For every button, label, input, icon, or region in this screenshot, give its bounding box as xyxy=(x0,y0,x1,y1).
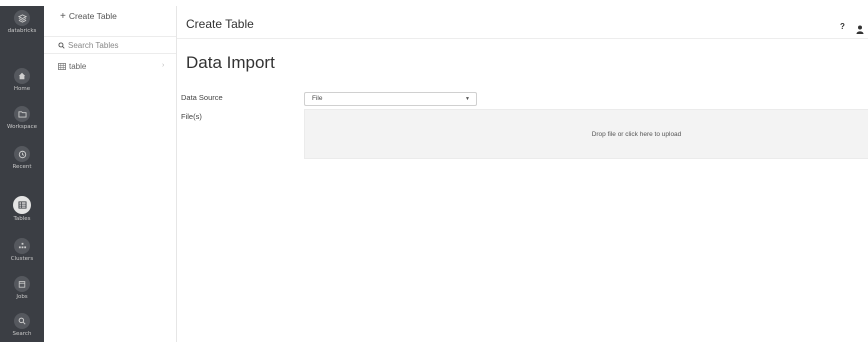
create-table-button[interactable]: + Create Table xyxy=(60,11,117,22)
nav-label-recent: Recent xyxy=(12,164,32,170)
sidebar-nav: databricks Home Workspace Recent Tables … xyxy=(0,6,44,342)
search-tables-placeholder: Search Tables xyxy=(68,40,119,50)
clusters-icon xyxy=(14,238,30,254)
nav-item-tables[interactable]: Tables xyxy=(0,196,44,222)
help-button[interactable]: ? xyxy=(840,22,845,31)
nav-label-tables: Tables xyxy=(13,216,31,222)
nav-item-clusters[interactable]: Clusters xyxy=(0,238,44,262)
nav-label-workspace: Workspace xyxy=(6,124,38,130)
nav-item-home[interactable]: Home xyxy=(0,68,44,92)
nav-label-home: Home xyxy=(13,86,31,92)
data-source-value: File xyxy=(312,95,323,102)
home-icon xyxy=(14,68,30,84)
create-table-label: Create Table xyxy=(68,11,117,21)
table-icon xyxy=(13,196,31,214)
tables-panel: + Create Table Search Tables table › xyxy=(44,6,177,342)
layers-icon xyxy=(14,10,30,26)
nav-item-jobs[interactable]: Jobs xyxy=(0,276,44,300)
data-source-select[interactable]: File ▼ xyxy=(304,92,477,106)
nav-label-clusters: Clusters xyxy=(10,256,34,262)
clock-icon xyxy=(14,146,30,162)
table-icon xyxy=(58,63,66,70)
dropzone-text: Drop file or click here to upload xyxy=(591,130,682,138)
header-divider xyxy=(177,38,868,39)
caret-down-icon: ▼ xyxy=(465,96,470,102)
nav-item-recent[interactable]: Recent xyxy=(0,146,44,170)
nav-item-search[interactable]: Search xyxy=(0,313,44,337)
section-heading: Data Import xyxy=(186,53,275,72)
search-tables-input[interactable]: Search Tables xyxy=(44,36,176,54)
table-item-label: table xyxy=(69,62,87,71)
main-content: Create Table ? Data Import Data Source F… xyxy=(177,6,868,342)
nav-item-workspace[interactable]: Workspace xyxy=(0,106,44,130)
file-dropzone[interactable]: Drop file or click here to upload xyxy=(304,109,868,159)
search-icon xyxy=(14,313,30,329)
folder-icon xyxy=(14,106,30,122)
list-item[interactable]: table xyxy=(58,62,86,71)
chevron-right-icon: › xyxy=(162,62,165,69)
data-source-label: Data Source xyxy=(181,93,223,102)
nav-label-databricks: databricks xyxy=(7,28,37,34)
plus-icon: + xyxy=(60,11,66,22)
search-icon xyxy=(58,41,65,49)
nav-label-search: Search xyxy=(12,331,32,337)
user-icon[interactable] xyxy=(856,21,864,39)
files-label: File(s) xyxy=(181,112,202,121)
calendar-icon xyxy=(14,276,30,292)
nav-label-jobs: Jobs xyxy=(16,294,28,300)
page-title: Create Table xyxy=(186,17,254,31)
nav-item-databricks[interactable]: databricks xyxy=(0,10,44,34)
